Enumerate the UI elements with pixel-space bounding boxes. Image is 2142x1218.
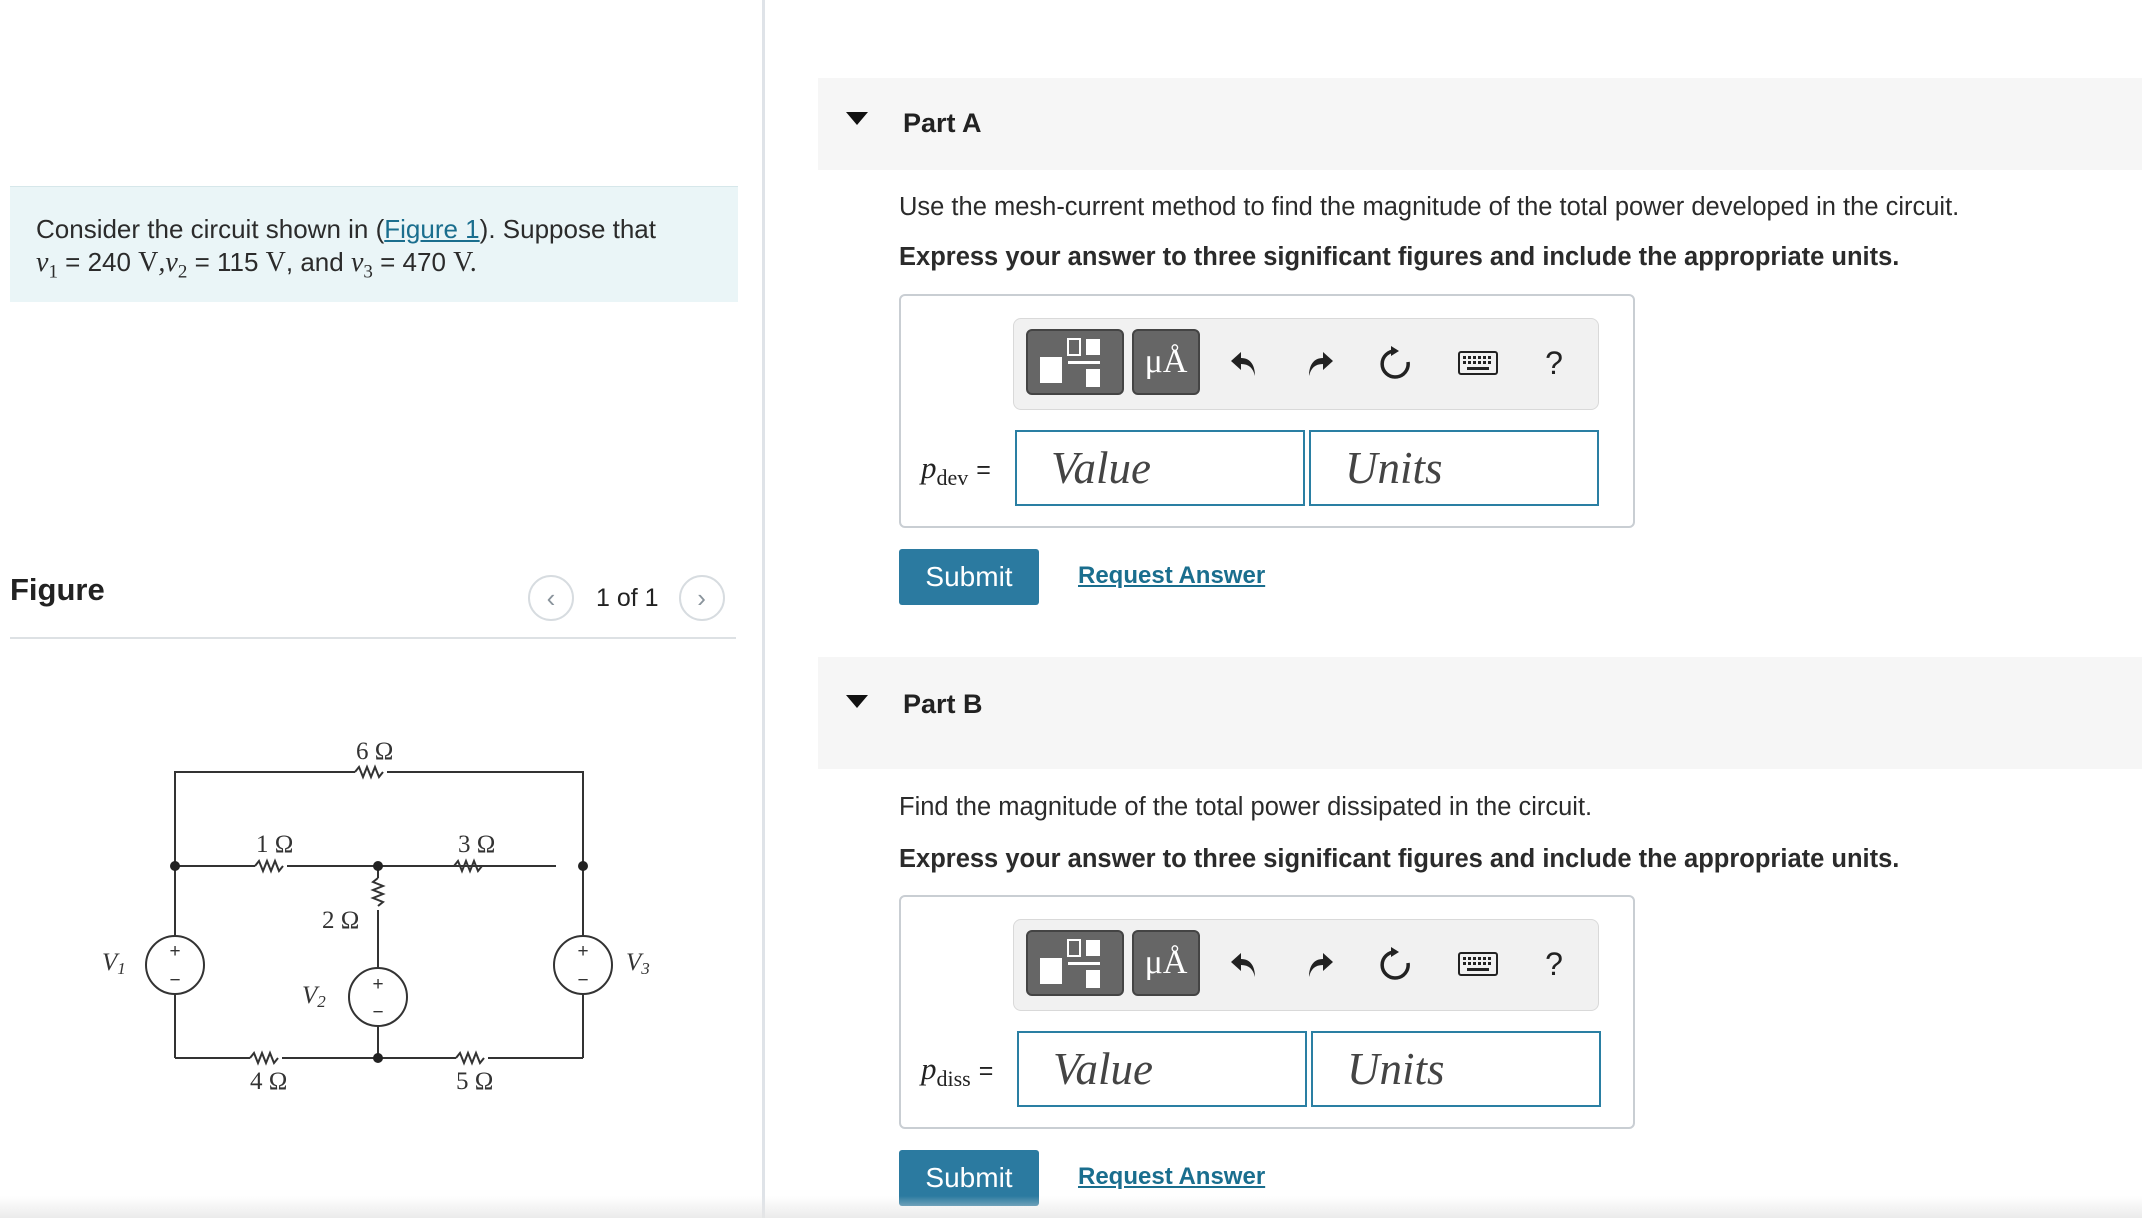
v3-plus: +: [577, 941, 588, 962]
help-icon[interactable]: ?: [1526, 335, 1582, 391]
v1-plus: +: [169, 941, 180, 962]
part-b-header[interactable]: Part B: [818, 657, 2142, 769]
part-b-title: Part B: [903, 689, 983, 719]
r2-label: 2 Ω: [322, 907, 359, 934]
part-a-toolbar: μÅ ?: [1013, 318, 1599, 410]
part-b-units-input[interactable]: Units: [1311, 1031, 1601, 1107]
part-b-var-label: pdiss =: [921, 1051, 994, 1092]
problem-intro-end: ). Suppose that: [479, 214, 656, 244]
bottom-fade: [0, 1196, 2142, 1218]
r1-label: 1 Ω: [256, 831, 293, 858]
part-a-instruction: Express your answer to three significant…: [899, 243, 1900, 271]
v3-value: v3: [350, 247, 373, 283]
undo-icon[interactable]: [1216, 936, 1272, 992]
part-a-submit-button[interactable]: Submit: [899, 549, 1039, 605]
part-b-answer-box: μÅ ? pdiss = Value Units: [899, 895, 1635, 1129]
part-a-var-label: pdev =: [921, 450, 991, 491]
figure-link[interactable]: Figure 1: [384, 214, 479, 244]
v2-value: ,v2: [158, 247, 188, 283]
part-a-value-input[interactable]: Value: [1015, 430, 1305, 506]
part-b-request-answer-link[interactable]: Request Answer: [1078, 1163, 1265, 1191]
part-a-title: Part A: [903, 108, 982, 138]
keyboard-icon[interactable]: [1450, 335, 1506, 391]
reset-icon[interactable]: [1368, 335, 1424, 391]
panel-divider: [762, 0, 765, 1218]
units-icon[interactable]: μÅ: [1132, 329, 1200, 395]
figure-title: Figure: [10, 572, 105, 607]
caret-down-icon[interactable]: [846, 112, 868, 125]
part-b-instruction: Express your answer to three significant…: [899, 845, 1900, 873]
chevron-left-icon[interactable]: ‹: [528, 575, 574, 621]
figure-count: 1 of 1: [596, 583, 659, 612]
circuit-diagram: 6 Ω 1 Ω 3 Ω 2 Ω 4 Ω 5 Ω V1 V2 V3 + − + −…: [102, 738, 650, 1095]
caret-down-icon[interactable]: [846, 695, 868, 708]
redo-icon[interactable]: [1292, 335, 1348, 391]
v1-value: v1: [36, 247, 58, 283]
redo-icon[interactable]: [1292, 936, 1348, 992]
r4-label: 4 Ω: [250, 1068, 287, 1095]
r5-label: 5 Ω: [456, 1068, 493, 1095]
problem-statement: Consider the circuit shown in (Figure 1)…: [10, 186, 738, 302]
figure-pager: ‹ 1 of 1 ›: [528, 574, 725, 622]
svg-text:V1: V1: [102, 949, 126, 978]
part-b-toolbar: μÅ ?: [1013, 919, 1599, 1011]
r3-label: 3 Ω: [458, 831, 495, 858]
part-a-request-answer-link[interactable]: Request Answer: [1078, 562, 1265, 590]
v2-minus: −: [372, 1002, 383, 1023]
units-icon[interactable]: μÅ: [1132, 930, 1200, 996]
templates-icon[interactable]: [1026, 329, 1124, 395]
v1-minus: −: [169, 970, 180, 991]
help-icon[interactable]: ?: [1526, 936, 1582, 992]
svg-text:V3: V3: [626, 949, 650, 978]
templates-icon[interactable]: [1026, 930, 1124, 996]
svg-text:V2: V2: [302, 982, 326, 1011]
figure-divider: [10, 637, 736, 639]
v2-plus: +: [372, 974, 383, 995]
problem-intro: Consider the circuit shown in (: [36, 214, 385, 244]
r6-label: 6 Ω: [356, 738, 393, 765]
chevron-right-icon[interactable]: ›: [678, 575, 725, 621]
part-a-question: Use the mesh-current method to find the …: [899, 193, 1960, 221]
part-b-question: Find the magnitude of the total power di…: [899, 793, 1593, 821]
left-panel: Consider the circuit shown in (Figure 1)…: [0, 0, 762, 1218]
part-a-answer-box: μÅ ? pdev = Value Units: [899, 294, 1635, 528]
part-b-value-input[interactable]: Value: [1017, 1031, 1307, 1107]
v3-minus: −: [577, 970, 588, 991]
keyboard-icon[interactable]: [1450, 936, 1506, 992]
part-a-header[interactable]: Part A: [818, 78, 2142, 170]
reset-icon[interactable]: [1368, 936, 1424, 992]
part-a-units-input[interactable]: Units: [1309, 430, 1599, 506]
undo-icon[interactable]: [1216, 335, 1272, 391]
